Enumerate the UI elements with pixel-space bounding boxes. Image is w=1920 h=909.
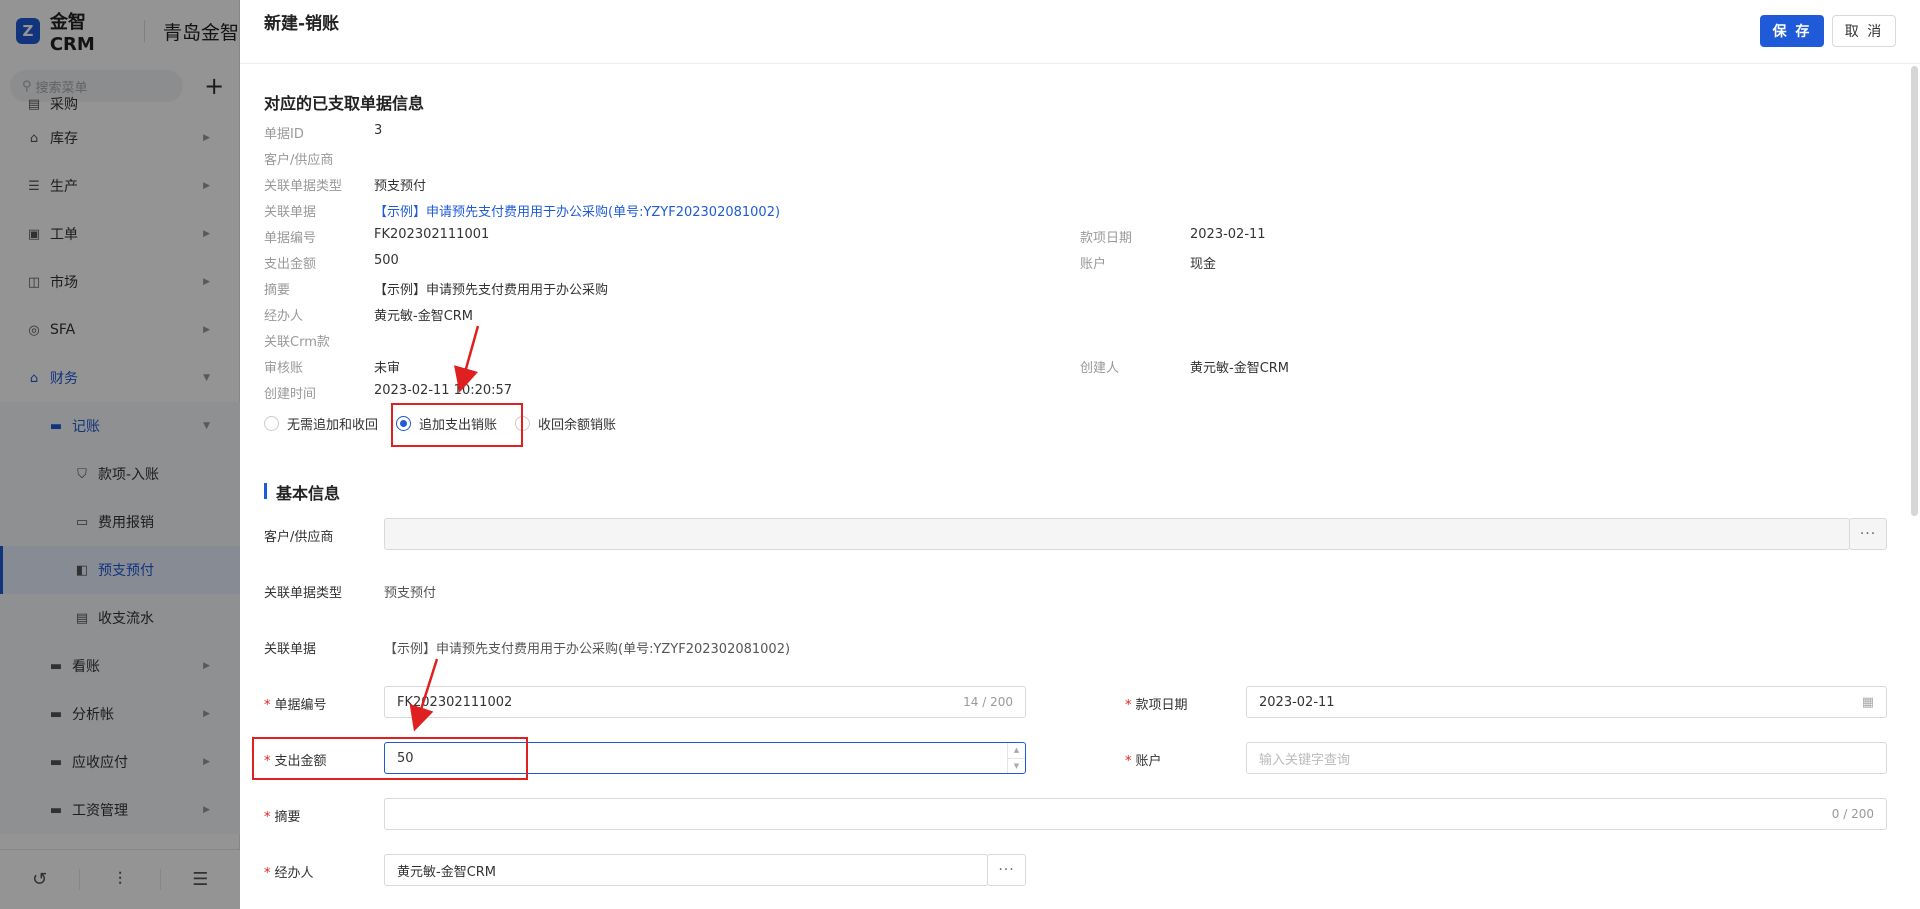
label-doc-no: 单据编号 [264,231,317,246]
modal-overlay[interactable] [0,0,240,909]
field-label-text: 单据编号 [274,698,327,713]
label-created-at: 创建时间 [264,387,317,402]
required-mark: * [264,698,271,713]
value-creator: 黄元敏-金智CRM [1190,361,1290,376]
field-value-related-doc: 【示例】申请预先支付费用用于办公采购(单号:YZYF202302081002) [384,642,791,657]
value-doc-type: 预支预付 [374,179,427,194]
label-handler: 经办人 [264,309,304,324]
highlight-box-radio [391,403,523,447]
field-label-text: 摘要 [274,810,301,825]
scrollbar[interactable] [1911,66,1918,516]
field-label-text: 账户 [1135,754,1162,769]
doc-no-input[interactable]: FK202302111002 14 / 200 [384,686,1026,718]
handler-input[interactable]: 黄元敏-金智CRM [384,854,988,886]
doc-no-value: FK202302111002 [397,694,513,710]
radio-label: 无需追加和收回 [287,417,379,433]
label-related-doc: 关联单据 [264,205,317,220]
label-customer: 客户/供应商 [264,153,334,168]
value-account: 现金 [1190,257,1217,272]
field-label-customer: 客户/供应商 [264,530,334,545]
related-info-title: 对应的已支取单据信息 [264,94,425,113]
required-mark: * [1125,754,1132,769]
basic-info-title: 基本信息 [276,484,341,503]
fund-date-picker[interactable]: 2023-02-11 ▦ [1246,686,1887,718]
radio-circle [264,415,279,431]
label-doc-id: 单据ID [264,127,304,142]
label-crm-fund: 关联Crm款 [264,335,330,350]
amount-stepper[interactable]: ▲ ▼ [1007,743,1025,773]
decrement-icon[interactable]: ▼ [1008,759,1025,774]
label-account: 账户 [1080,257,1107,272]
write-off-drawer: 新建-销账 保 存 取 消 对应的已支取单据信息 单据ID 3 客户/供应商 关… [240,0,1920,909]
field-label-doc-no: * 单据编号 [264,694,327,713]
radio-label: 收回余额销账 [538,417,617,433]
drawer-title: 新建-销账 [264,14,340,34]
value-summary: 【示例】申请预先支付费用用于办公采购 [374,283,609,298]
label-audit: 审核账 [264,361,304,376]
required-mark: * [1125,698,1132,713]
label-doc-type: 关联单据类型 [264,179,343,194]
radio-recover-balance[interactable]: 收回余额销账 [515,414,616,433]
summary-input[interactable]: 0 / 200 [384,798,1887,830]
field-label-text: 经办人 [274,866,314,881]
field-label-summary: * 摘要 [264,806,301,825]
handler-picker-button[interactable]: ··· [987,854,1026,886]
calendar-icon: ▦ [1861,694,1874,710]
increment-icon[interactable]: ▲ [1008,743,1025,759]
value-doc-no: FK202302111001 [374,227,490,242]
field-label-doc-type: 关联单据类型 [264,586,343,601]
account-input[interactable]: 输入关键字查询 [1246,742,1887,774]
arrow-to-radio [454,325,480,393]
field-label-handler: * 经办人 [264,862,314,881]
field-label-related-doc: 关联单据 [264,642,317,657]
section-marker [264,483,267,499]
value-doc-id: 3 [374,123,383,138]
label-amount: 支出金额 [264,257,317,272]
value-amount: 500 [374,253,399,268]
radio-no-change[interactable]: 无需追加和收回 [264,414,378,433]
value-created-at: 2023-02-11 10:20:57 [374,383,513,398]
value-audit: 未审 [374,361,401,376]
save-button[interactable]: 保 存 [1760,15,1824,47]
field-label-text: 款项日期 [1135,698,1188,713]
required-mark: * [264,866,271,881]
doc-no-char-count: 14 / 200 [963,695,1013,709]
customer-input[interactable] [384,518,1850,550]
field-label-fund-date: * 款项日期 [1125,694,1188,713]
value-handler: 黄元敏-金智CRM [374,309,474,324]
field-value-doc-type: 预支预付 [384,586,437,601]
related-doc-link[interactable]: 【示例】申请预先支付费用用于办公采购(单号:YZYF202302081002) [374,201,780,220]
label-creator: 创建人 [1080,361,1120,376]
account-placeholder: 输入关键字查询 [1259,752,1351,768]
label-fund-date: 款项日期 [1080,231,1133,246]
field-label-account: * 账户 [1125,750,1162,769]
handler-value: 黄元敏-金智CRM [397,864,497,880]
value-fund-date: 2023-02-11 [1190,227,1266,242]
highlight-box-amount [252,737,528,780]
required-mark: * [264,810,271,825]
summary-char-count: 0 / 200 [1831,807,1874,821]
customer-picker-button[interactable]: ··· [1849,518,1887,550]
label-summary: 摘要 [264,283,291,298]
drawer-header: 新建-销账 保 存 取 消 [240,0,1920,64]
cancel-button[interactable]: 取 消 [1832,15,1896,47]
fund-date-value: 2023-02-11 [1259,694,1335,710]
